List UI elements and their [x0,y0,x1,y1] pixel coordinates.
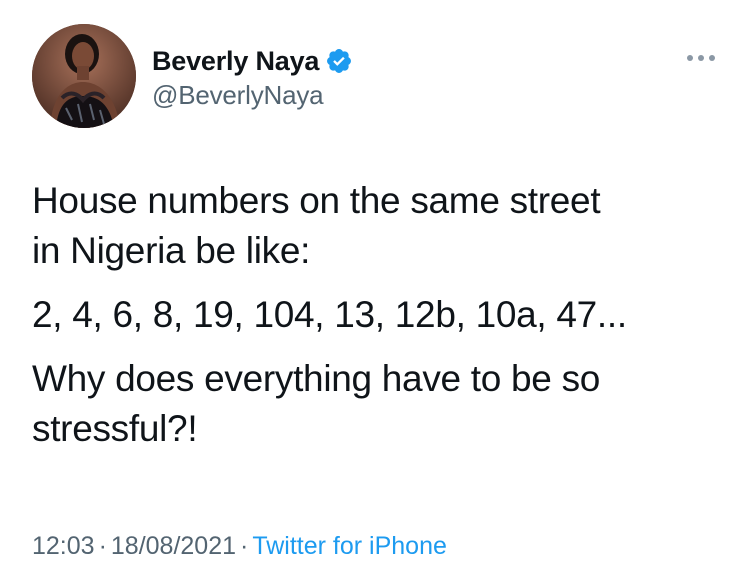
tweet-paragraph: 2, 4, 6, 8, 19, 104, 13, 12b, 10a, 47... [32,294,627,335]
tweet-paragraph: Why does everything have to be so stress… [32,358,601,449]
tweet-time[interactable]: 12:03 [32,532,95,560]
tweet-card: Beverly Naya @BeverlyNaya House numbers … [0,0,750,576]
author-name-row[interactable]: Beverly Naya [152,44,353,78]
tweet-paragraph: House numbers on the same street in Nige… [32,180,601,271]
meta-separator: · [240,532,249,560]
tweet-date[interactable]: 18/08/2021 [111,532,236,560]
meta-separator: · [98,532,107,560]
avatar[interactable] [32,24,136,128]
tweet-text: House numbers on the same street in Nige… [32,176,722,468]
display-name[interactable]: Beverly Naya [152,46,319,77]
avatar-image [32,24,136,128]
tweet-meta: 12:03 · 18/08/2021 · Twitter for iPhone [32,532,447,561]
author-handle[interactable]: @BeverlyNaya [152,80,324,111]
more-options-icon[interactable] [684,46,718,70]
tweet-source-link[interactable]: Twitter for iPhone [252,532,447,560]
verified-badge-icon [325,47,353,75]
